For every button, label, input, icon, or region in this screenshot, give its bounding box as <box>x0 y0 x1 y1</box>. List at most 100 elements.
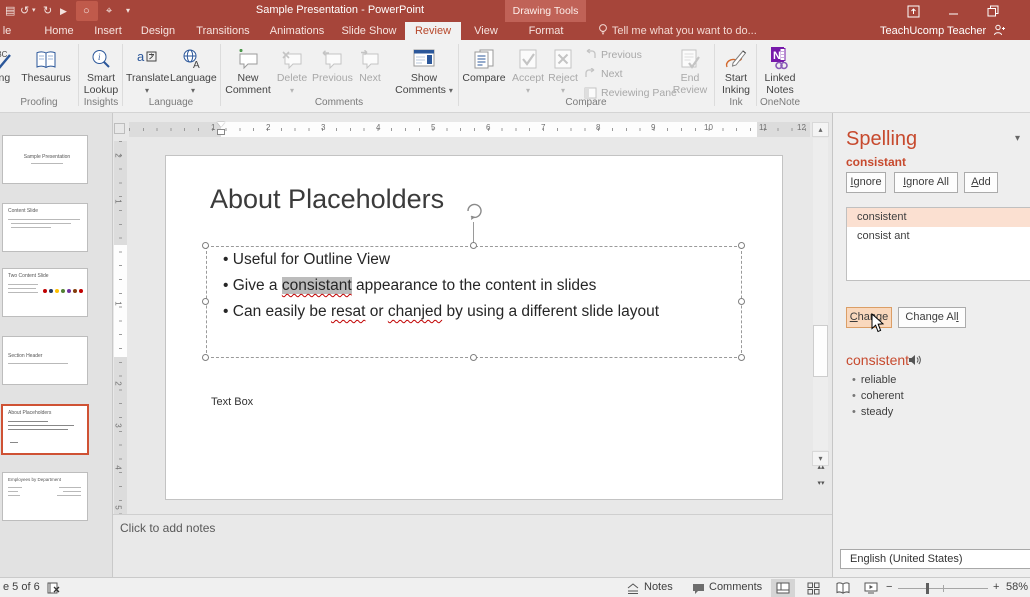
tab-review[interactable]: Review <box>405 22 461 40</box>
scrollbar-track[interactable] <box>813 138 828 450</box>
tell-me-box[interactable]: Tell me what you want to do... <box>597 22 757 40</box>
thumbnail-slide-3[interactable]: Two Content Slide <box>2 268 88 317</box>
compare-button[interactable]: Compare <box>460 44 508 84</box>
end-review-icon <box>679 48 701 70</box>
previous-comment-icon <box>321 50 343 70</box>
tab-transitions[interactable]: Transitions <box>188 22 258 40</box>
new-comment-button[interactable]: New Comment <box>224 44 272 96</box>
zoom-out-button[interactable]: − <box>886 581 892 593</box>
previous-slide-button[interactable]: ▴▴ <box>815 465 827 477</box>
tab-slide-show[interactable]: Slide Show <box>336 22 402 40</box>
thumbnail-slide-2[interactable]: Content Slide <box>2 203 88 252</box>
thumbnail-slide-6[interactable]: Employees by Department <box>2 472 88 521</box>
pronounce-speaker-icon[interactable] <box>908 354 921 366</box>
zoom-percentage[interactable]: 58% <box>1006 581 1028 593</box>
ribbon-display-options-icon <box>907 5 920 18</box>
resize-handle-nw[interactable] <box>202 242 209 249</box>
slide-canvas[interactable]: About Placeholders • Useful for Outline … <box>165 155 783 500</box>
ignore-button[interactable]: Ignore <box>846 172 886 193</box>
resize-handle-e[interactable] <box>738 298 745 305</box>
ribbon-display-options-button[interactable] <box>898 0 928 22</box>
pane-options-icon[interactable]: ▾ <box>1015 133 1020 144</box>
show-comments-button[interactable]: Show Comments ▾ <box>392 44 456 97</box>
start-from-beginning-icon[interactable]: ▶ <box>60 3 67 19</box>
pin-icon[interactable]: ⌖ <box>106 3 112 19</box>
linked-notes-button[interactable]: N Linked Notes <box>758 44 802 96</box>
resize-handle-se[interactable] <box>738 354 745 361</box>
share-button[interactable]: Shar <box>993 22 1030 40</box>
add-button[interactable]: Add <box>964 172 998 193</box>
zoom-slider-thumb[interactable] <box>926 583 929 594</box>
tab-file[interactable]: le <box>0 22 14 40</box>
reading-view-button[interactable] <box>831 579 855 597</box>
comments-toggle[interactable]: Comments <box>709 581 762 593</box>
thumbnail-slide-4[interactable]: Section Header <box>2 336 88 385</box>
thumbnail-slide-1[interactable]: Sample Presentation <box>2 135 88 184</box>
tab-insert[interactable]: Insert <box>86 22 130 40</box>
tab-view[interactable]: View <box>465 22 507 40</box>
spell-check-status-icon[interactable] <box>46 581 61 595</box>
textbox-label[interactable]: Text Box <box>211 396 253 408</box>
start-inking-button[interactable]: Start Inking <box>716 44 756 96</box>
group-separator <box>122 44 123 106</box>
undo-icon[interactable]: ↺ <box>20 3 29 19</box>
slide-show-view-button[interactable] <box>859 579 883 597</box>
redo-icon[interactable]: ↻ <box>43 3 52 19</box>
synonym-item[interactable]: •reliable <box>852 374 896 386</box>
scroll-up-button[interactable]: ▴ <box>812 122 829 137</box>
synonym-item[interactable]: •coherent <box>852 390 904 402</box>
thesaurus-button[interactable]: Thesaurus <box>18 44 74 84</box>
slide-show-icon <box>864 582 878 594</box>
hanging-indent-marker[interactable] <box>217 129 225 135</box>
undo-dropdown-icon[interactable]: ▾ <box>32 3 36 19</box>
bullet-line-2[interactable]: • Give a consistant appearance to the co… <box>223 277 596 295</box>
bullet-line-3[interactable]: • Can easily be resat or chanjed by usin… <box>223 303 659 321</box>
slide-title[interactable]: About Placeholders <box>210 184 444 215</box>
ignore-all-button[interactable]: Ignore All <box>894 172 958 193</box>
minimize-button[interactable] <box>938 0 968 22</box>
suggestion-item-selected[interactable]: consistent <box>847 208 1030 227</box>
language-button[interactable]: A Language ▾ <box>170 44 216 97</box>
scrollbar-thumb[interactable] <box>813 325 828 377</box>
group-label-insights: Insights <box>80 97 122 108</box>
resize-handle-ne[interactable] <box>738 242 745 249</box>
qat-customize-icon[interactable]: ▾ <box>126 3 130 19</box>
translate-icon: a <box>136 48 158 70</box>
notes-pane[interactable]: Click to add notes <box>113 514 832 577</box>
content-textbox[interactable]: • Useful for Outline View • Give a consi… <box>206 246 742 358</box>
notes-placeholder[interactable]: Click to add notes <box>120 521 215 535</box>
suggestion-item[interactable]: consist ant <box>847 227 1030 246</box>
slide-sorter-view-button[interactable] <box>801 579 825 597</box>
translate-button[interactable]: a Translate ▾ <box>126 44 168 97</box>
tab-design[interactable]: Design <box>132 22 184 40</box>
bullet-line-1[interactable]: • Useful for Outline View <box>223 251 390 269</box>
resize-handle-n[interactable] <box>470 242 477 249</box>
tab-home[interactable]: Home <box>32 22 86 40</box>
thesaurus-icon <box>35 50 57 70</box>
dictionary-language-dropdown[interactable]: English (United States) <box>840 549 1030 569</box>
first-line-indent-marker[interactable] <box>217 122 225 127</box>
circle-tool-icon[interactable]: ○ <box>83 3 90 19</box>
resize-handle-w[interactable] <box>202 298 209 305</box>
thumbnail-slide-5-selected[interactable]: About Placeholders <box>1 404 89 455</box>
rotate-handle-icon[interactable] <box>463 200 485 222</box>
next-slide-button[interactable]: ▾▾ <box>815 481 827 493</box>
spelling-button[interactable]: ABC ling <box>0 44 20 84</box>
account-user-name[interactable]: TeachUcomp Teacher <box>880 22 986 40</box>
notes-status-icon[interactable] <box>627 583 639 594</box>
group-label-onenote: OneNote <box>758 97 802 108</box>
tab-animations[interactable]: Animations <box>260 22 334 40</box>
change-all-button[interactable]: Change All <box>898 307 966 328</box>
normal-view-button[interactable] <box>771 579 795 597</box>
resize-handle-sw[interactable] <box>202 354 209 361</box>
tab-format[interactable]: Format <box>516 22 576 40</box>
change-button[interactable]: Change <box>846 307 892 328</box>
comments-status-icon[interactable] <box>692 583 705 595</box>
zoom-in-button[interactable]: + <box>993 581 999 593</box>
resize-handle-s[interactable] <box>470 354 477 361</box>
notes-toggle[interactable]: Notes <box>644 581 673 593</box>
save-icon[interactable]: ▤ <box>5 3 15 19</box>
synonym-item[interactable]: •steady <box>852 406 893 418</box>
restore-button[interactable] <box>978 0 1008 22</box>
smart-lookup-button[interactable]: i Smart Lookup <box>80 44 122 96</box>
